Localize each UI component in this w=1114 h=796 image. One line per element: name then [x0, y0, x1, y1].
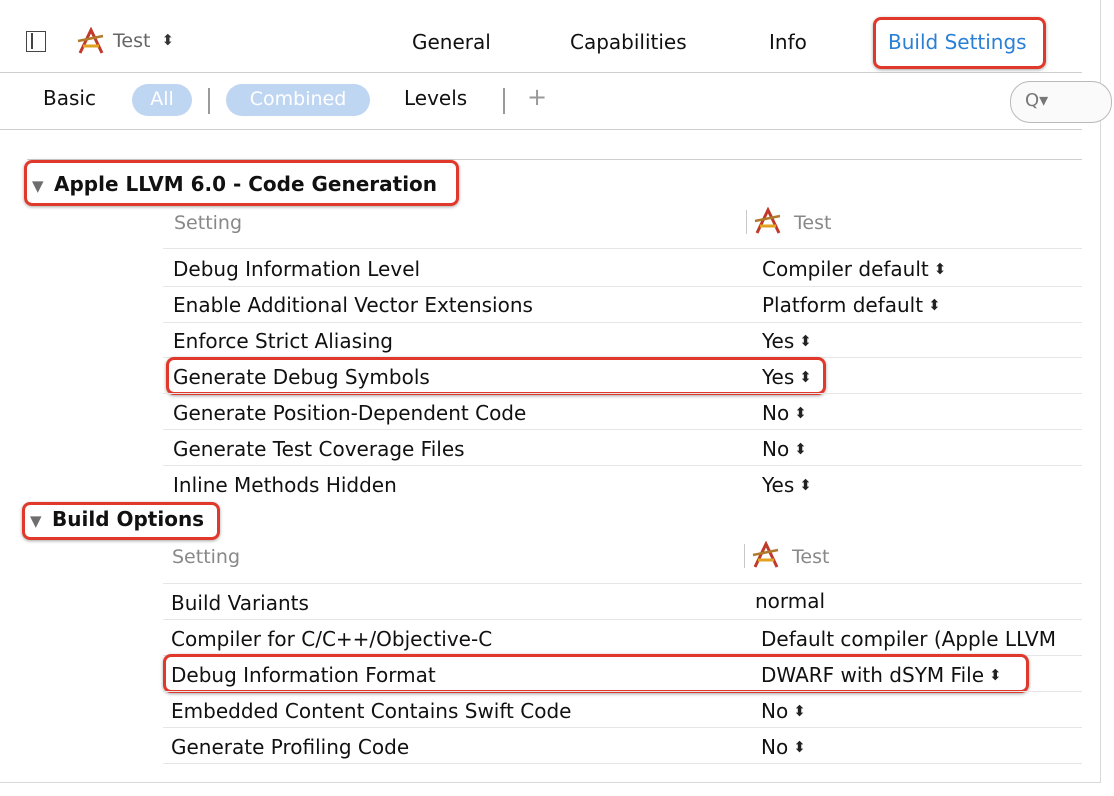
xcode-app-icon	[77, 27, 104, 54]
xcode-app-icon	[754, 207, 781, 234]
value-text: Platform default	[762, 293, 924, 317]
value-text: Compiler default	[762, 257, 929, 281]
sidebar-toggle-icon[interactable]	[26, 31, 46, 52]
row-separator	[163, 727, 1082, 728]
value-text: No	[762, 437, 790, 461]
value-text: No	[761, 735, 789, 759]
column-header-setting: Setting	[174, 212, 243, 234]
highlight-debug-information-format	[163, 654, 1029, 693]
row-separator	[163, 393, 1082, 394]
value-text: Default compiler (Apple LLVM	[761, 627, 1056, 651]
combined-filter-button[interactable]: Combined	[226, 84, 370, 116]
value-text: No	[762, 401, 790, 425]
row-separator	[163, 691, 1082, 692]
highlight-build-options-section	[22, 502, 220, 540]
setting-name-inline-methods-hidden: Inline Methods Hidden	[173, 473, 397, 497]
row-separator	[163, 583, 1082, 584]
setting-value-strict-aliasing[interactable]: Yes ⬍	[762, 329, 812, 353]
value-text: Yes	[762, 329, 795, 353]
stepper-arrows-icon: ⬍	[933, 260, 947, 278]
setting-value-build-variants[interactable]: normal	[755, 589, 825, 613]
setting-value-compiler[interactable]: Default compiler (Apple LLVM	[761, 627, 1056, 651]
setting-value-test-coverage-files[interactable]: No ⬍	[762, 437, 807, 461]
setting-value-embedded-swift-code[interactable]: No ⬍	[761, 699, 806, 723]
column-separator	[746, 210, 747, 234]
tab-info[interactable]: Info	[769, 30, 807, 54]
stepper-arrows-icon: ⬍	[793, 738, 806, 756]
row-separator	[163, 429, 1082, 430]
highlight-code-generation-section	[24, 160, 459, 206]
all-filter-button[interactable]: All	[132, 84, 192, 116]
row-separator	[163, 322, 1082, 323]
setting-name-test-coverage-files: Generate Test Coverage Files	[173, 437, 465, 461]
setting-value-generate-profiling-code[interactable]: No ⬍	[761, 735, 806, 759]
row-separator	[163, 619, 1082, 620]
add-setting-button[interactable]: +	[527, 83, 547, 111]
value-text: Yes	[762, 473, 795, 497]
search-icon: Q▾	[1025, 90, 1049, 111]
stepper-arrows-icon: ⬍	[928, 296, 941, 314]
search-field[interactable]: Q▾	[1010, 81, 1112, 123]
setting-value-position-dependent-code[interactable]: No ⬍	[762, 401, 807, 425]
xcode-app-icon	[752, 541, 779, 568]
row-separator	[163, 286, 1082, 287]
stepper-arrows-icon: ⬍	[794, 404, 807, 422]
value-text: No	[761, 699, 789, 723]
setting-name-strict-aliasing: Enforce Strict Aliasing	[173, 329, 393, 353]
levels-filter-button[interactable]: Levels	[404, 86, 467, 110]
stepper-arrows-icon: ⬍	[799, 332, 812, 350]
column-header-target: Test	[794, 212, 832, 234]
setting-name-build-variants: Build Variants	[171, 591, 309, 615]
setting-name-embedded-swift-code: Embedded Content Contains Swift Code	[171, 699, 572, 723]
stepper-arrows-icon: ⬍	[799, 476, 812, 494]
target-label: Test	[113, 30, 151, 52]
basic-filter-button[interactable]: Basic	[43, 86, 96, 110]
target-selector[interactable]: Test ⬍	[113, 30, 174, 52]
highlight-build-settings-tab	[873, 17, 1046, 69]
tab-general[interactable]: General	[412, 30, 491, 54]
column-header-target: Test	[792, 546, 830, 568]
highlight-generate-debug-symbols	[166, 357, 826, 395]
setting-name-debug-information-level: Debug Information Level	[173, 257, 421, 281]
column-header-setting: Setting	[172, 546, 241, 568]
stepper-arrows-icon: ⬍	[793, 702, 806, 720]
row-separator	[163, 248, 1082, 249]
row-separator	[163, 763, 1082, 764]
setting-value-vector-extensions[interactable]: Platform default ⬍	[762, 293, 941, 317]
setting-name-position-dependent-code: Generate Position-Dependent Code	[173, 401, 527, 425]
tab-capabilities[interactable]: Capabilities	[570, 30, 687, 54]
setting-value-debug-information-level[interactable]: Compiler default ⬍	[762, 257, 946, 281]
setting-name-compiler: Compiler for C/C++/Objective-C	[171, 627, 493, 651]
stepper-arrows-icon: ⬍	[794, 440, 807, 458]
setting-name-generate-profiling-code: Generate Profiling Code	[171, 735, 410, 759]
setting-value-inline-methods-hidden[interactable]: Yes ⬍	[762, 473, 812, 497]
column-separator	[744, 544, 745, 568]
setting-name-vector-extensions: Enable Additional Vector Extensions	[173, 293, 533, 317]
filter-separator	[208, 88, 210, 114]
stepper-arrows-icon: ⬍	[161, 31, 175, 49]
row-separator	[163, 465, 1082, 466]
filter-separator	[503, 88, 505, 114]
value-text: normal	[755, 589, 826, 613]
